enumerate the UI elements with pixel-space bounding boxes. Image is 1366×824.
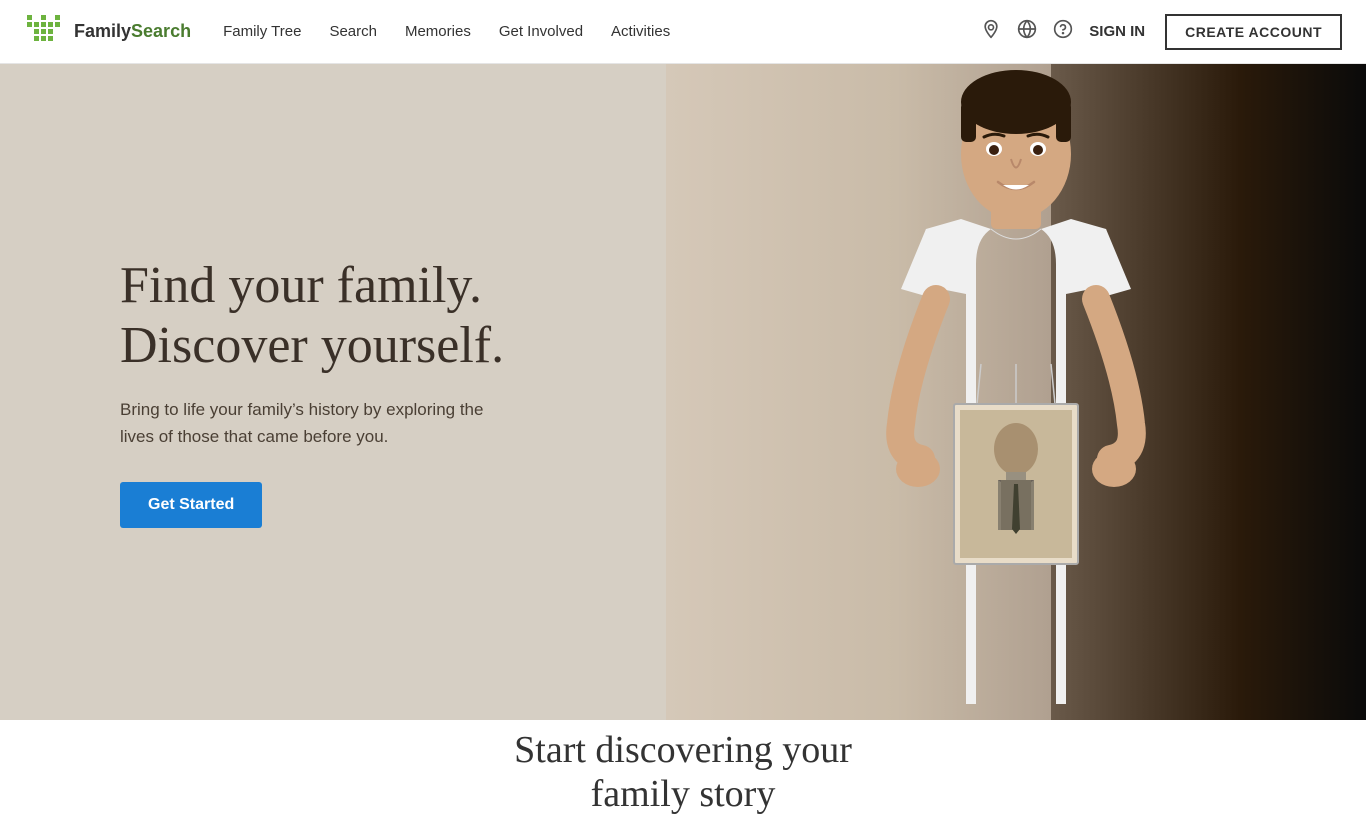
hero-headline: Find your family. Discover yourself.	[120, 256, 504, 376]
nav-search[interactable]: Search	[329, 23, 377, 40]
hero-headline-line1: Find your family.	[120, 257, 482, 314]
header-right: SIGN IN CREATE ACCOUNT	[981, 14, 1342, 50]
location-icon[interactable]	[981, 19, 1001, 45]
hero-section: Find your family. Discover yourself. Bri…	[0, 64, 1366, 720]
below-hero-section: Start discovering your family story	[0, 720, 1366, 824]
below-hero-title: Start discovering your family story	[514, 728, 852, 816]
logo-link[interactable]: FamilySearch	[24, 11, 191, 53]
nav-memories[interactable]: Memories	[405, 23, 471, 40]
sign-in-link[interactable]: SIGN IN	[1089, 23, 1145, 40]
hero-subtext: Bring to life your family’s history by e…	[120, 396, 500, 450]
below-title-line1: Start discovering your	[514, 729, 852, 771]
hero-bg-right	[666, 64, 1366, 720]
main-nav: Family Tree Search Memories Get Involved…	[223, 23, 670, 40]
header: FamilySearch Family Tree Search Memories…	[0, 0, 1366, 64]
create-account-button[interactable]: CREATE ACCOUNT	[1165, 14, 1342, 50]
nav-family-tree[interactable]: Family Tree	[223, 23, 301, 40]
help-icon[interactable]	[1053, 19, 1073, 45]
get-started-button[interactable]: Get Started	[120, 482, 262, 528]
hero-headline-line2: Discover yourself.	[120, 317, 504, 374]
below-title-line2: family story	[591, 773, 776, 815]
logo-icon	[24, 11, 66, 53]
nav-get-involved[interactable]: Get Involved	[499, 23, 583, 40]
globe-icon[interactable]	[1017, 19, 1037, 45]
logo-family: Family	[74, 21, 131, 41]
nav-activities[interactable]: Activities	[611, 23, 670, 40]
logo-text: FamilySearch	[74, 21, 191, 42]
header-left: FamilySearch Family Tree Search Memories…	[24, 11, 670, 53]
hero-person-illustration	[806, 64, 1226, 720]
logo-search: Search	[131, 21, 191, 41]
hero-content: Find your family. Discover yourself. Bri…	[120, 256, 504, 528]
